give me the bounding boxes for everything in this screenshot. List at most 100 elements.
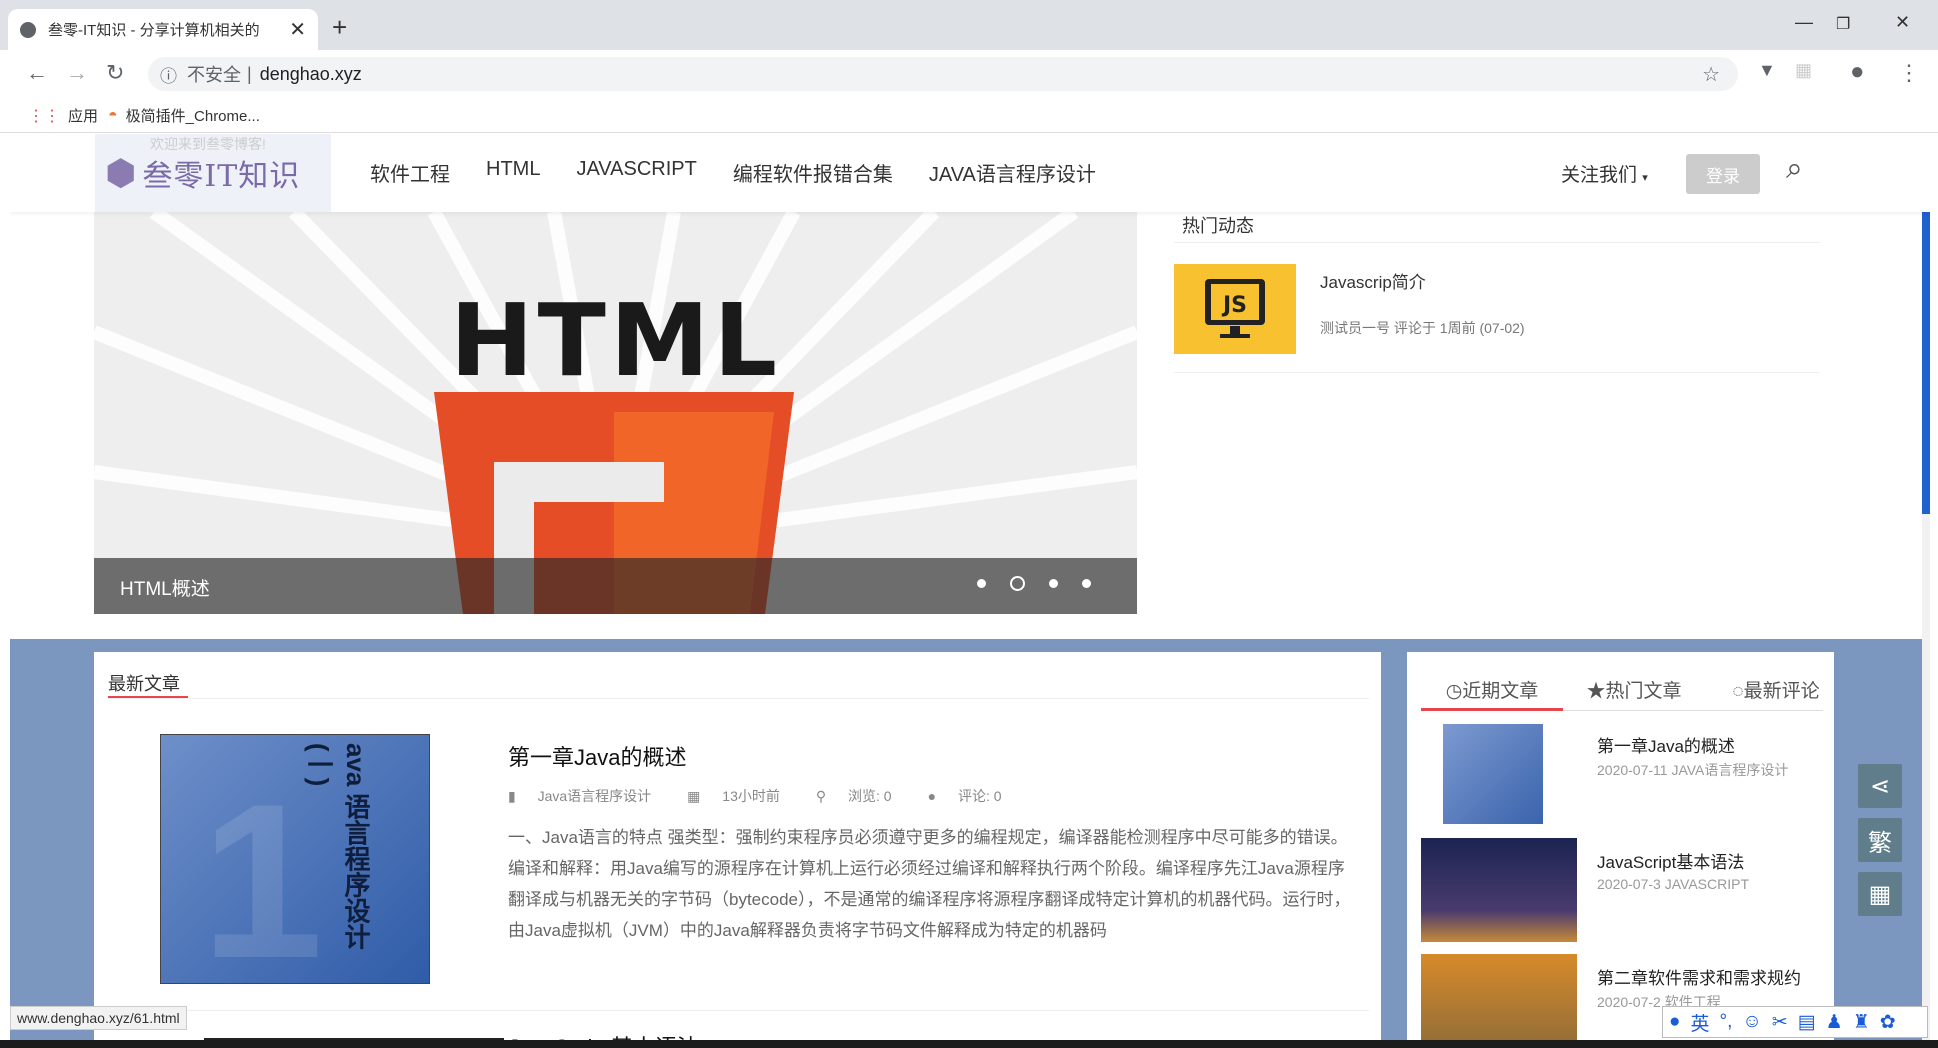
comment-icon: ● — [927, 788, 940, 804]
reload-icon[interactable]: ↻ — [106, 60, 124, 86]
sidebar-item-thumbnail[interactable] — [1421, 838, 1577, 942]
ime-toolbar[interactable]: ● 英 °, ☺ ✂ ▤ ♟ ♜ ✿ — [1662, 1006, 1928, 1038]
globe-icon — [20, 21, 36, 38]
section-title-underline — [108, 696, 188, 698]
views-label: 浏览: 0 — [848, 788, 892, 804]
minimize-icon[interactable]: — — [1795, 12, 1813, 33]
time-label: 13小时前 — [722, 788, 780, 804]
hot-news-panel: 热门动态 JS Javascrip简介 测试员一号 评论于 1周前 (07-02… — [1162, 212, 1834, 616]
tab-comments[interactable]: ◌最新评论 — [1705, 676, 1847, 703]
sidebar-item-title[interactable]: 第一章Java的概述 — [1597, 732, 1735, 757]
sidebar-item-meta: 2020-07-11 JAVA语言程序设计 — [1597, 762, 1789, 778]
ime-scissors-icon[interactable]: ✂ — [1772, 1011, 1788, 1034]
menu-kebab-icon[interactable]: ⋮ — [1898, 60, 1920, 86]
ime-mode-label[interactable]: 英 — [1690, 1009, 1709, 1036]
address-separator: | — [247, 63, 252, 84]
extension-v-icon[interactable]: ▼ — [1758, 60, 1776, 81]
extension-box-icon[interactable]: ▦ — [1795, 60, 1812, 81]
meta-category[interactable]: ▮ Java语言程序设计 — [508, 786, 669, 806]
sidebar-tabs: ◷近期文章 ★热门文章 ◌最新评论 — [1421, 676, 1847, 703]
rainbow-icon: ◓ — [108, 106, 118, 124]
slider-dot-active[interactable] — [1010, 576, 1025, 591]
sidebar-panel: ◷近期文章 ★热门文章 ◌最新评论 第一章Java的概述 2020-07-11 … — [1407, 652, 1834, 1048]
main-nav: 软件工程 HTML JAVASCRIPT 编程软件报错合集 JAVA语言程序设计 — [370, 158, 1132, 187]
nav-item-javascript[interactable]: JAVASCRIPT — [576, 158, 696, 187]
forward-icon[interactable]: → — [66, 60, 88, 86]
tab-label: 最新评论 — [1743, 681, 1820, 702]
book-cover-title: ava 语言程序设计(一) — [304, 743, 371, 950]
divider — [108, 698, 1369, 699]
logo-text: 叁零IT知识 — [142, 159, 301, 194]
ime-keyboard-icon[interactable]: ▤ — [1798, 1011, 1816, 1034]
sidebar-item-meta: 2020-07-3 JAVASCRIPT — [1597, 876, 1749, 892]
bookmark-extension[interactable]: ◓ 极简插件_Chrome... — [108, 105, 260, 126]
calendar-icon: ▦ — [687, 788, 705, 804]
slider-dot[interactable] — [977, 579, 986, 588]
section-title: 最新文章 — [108, 674, 180, 694]
status-url-bubble: www.denghao.xyz/61.html — [10, 1006, 187, 1030]
bookmark-label: 极简插件_Chrome... — [125, 108, 260, 125]
tab-recent[interactable]: ◷近期文章 — [1421, 676, 1563, 703]
clock-icon: ◷ — [1445, 681, 1463, 702]
nav-item-software-engineering[interactable]: 软件工程 — [370, 158, 450, 187]
nav-item-error-collection[interactable]: 编程软件报错合集 — [733, 158, 893, 187]
login-button[interactable]: 登录 — [1686, 154, 1760, 194]
page-viewport: 欢迎来到叁零博客! ⬢ 叁零IT知识 软件工程 HTML JAVASCRIPT … — [10, 134, 1930, 1048]
ime-settings-icon[interactable]: ✿ — [1880, 1011, 1896, 1034]
latest-articles-panel: 最新文章 1 ava 语言程序设计(一) 第一章Java的概述 ▮ Java语言… — [94, 652, 1381, 1048]
tab-popular[interactable]: ★热门文章 — [1563, 676, 1705, 703]
share-button[interactable]: ⋖ — [1858, 764, 1902, 808]
browser-tabbar: 叁零-IT知识 - 分享计算机相关的 ✕ + — ❐ ✕ — [0, 0, 1938, 50]
sidebar-item-thumbnail[interactable] — [1443, 724, 1543, 824]
profile-icon[interactable]: ● — [1850, 58, 1865, 86]
article-thumbnail[interactable]: 1 ava 语言程序设计(一) — [160, 734, 430, 984]
grid-menu-button[interactable]: ▦ — [1858, 872, 1902, 916]
tab-title: 叁零-IT知识 - 分享计算机相关的 — [48, 22, 260, 39]
nav-item-java[interactable]: JAVA语言程序设计 — [929, 158, 1096, 187]
nav-item-html[interactable]: HTML — [486, 158, 540, 187]
address-bar[interactable]: ⓘ 不安全 | denghao.xyz ☆ — [148, 57, 1738, 91]
ime-punct-icon[interactable]: °, — [1720, 1011, 1733, 1033]
ime-user-icon[interactable]: ♟ — [1826, 1011, 1843, 1034]
ime-skin-icon[interactable]: ♜ — [1853, 1011, 1870, 1034]
star-icon: ★ — [1586, 681, 1606, 702]
slider-caption[interactable]: HTML概述 — [120, 574, 210, 601]
follow-us-dropdown[interactable]: 关注我们 ▾ — [1561, 160, 1648, 187]
hot-item-thumbnail[interactable]: JS — [1174, 264, 1296, 354]
hot-title: 热门动态 — [1182, 216, 1254, 236]
bookmark-star-icon[interactable]: ☆ — [1702, 62, 1720, 87]
bookmark-apps[interactable]: ⋮⋮ 应用 — [28, 105, 98, 126]
logo-welcome: 欢迎来到叁零博客! — [150, 136, 266, 152]
comments-icon: ◌ — [1732, 681, 1744, 702]
tab-label: 热门文章 — [1605, 681, 1682, 702]
apps-grid-icon: ⋮⋮ — [28, 107, 60, 125]
featured-slider[interactable]: HTML HTML概述 — [94, 212, 1137, 614]
meta-time: ▦ 13小时前 — [687, 786, 798, 806]
divider — [1174, 242, 1820, 243]
slider-dot[interactable] — [1049, 579, 1058, 588]
bookmark-icon: ▮ — [508, 788, 520, 804]
ime-logo-icon[interactable]: ● — [1669, 1011, 1680, 1033]
close-tab-icon[interactable]: ✕ — [289, 17, 306, 42]
sidebar-item-title[interactable]: 第二章软件需求和需求规约 — [1597, 964, 1801, 989]
article-title[interactable]: 第一章Java的概述 — [508, 740, 686, 772]
hot-item-title[interactable]: Javascrip简介 — [1320, 268, 1426, 293]
new-tab-button[interactable]: + — [332, 12, 347, 43]
search-icon[interactable]: ⌕ — [1786, 152, 1803, 186]
restore-icon[interactable]: ❐ — [1836, 14, 1850, 34]
back-icon[interactable]: ← — [26, 60, 48, 86]
divider — [1174, 372, 1820, 373]
url-text[interactable]: denghao.xyz — [260, 64, 362, 85]
html-image-text: HTML — [449, 282, 782, 399]
info-icon[interactable]: ⓘ — [160, 62, 177, 87]
site-logo[interactable]: 欢迎来到叁零博客! ⬢ 叁零IT知识 — [95, 134, 331, 212]
os-taskbar — [0, 1040, 1938, 1048]
window-close-icon[interactable]: ✕ — [1895, 12, 1910, 33]
sidebar-item-title[interactable]: JavaScript基本语法 — [1597, 848, 1744, 873]
follow-label: 关注我们 — [1561, 165, 1638, 186]
traditional-chinese-button[interactable]: 繁 — [1858, 818, 1902, 862]
ime-emoji-icon[interactable]: ☺ — [1742, 1011, 1761, 1033]
browser-tab[interactable]: 叁零-IT知识 - 分享计算机相关的 ✕ — [8, 9, 318, 50]
sidebar-item-thumbnail[interactable] — [1421, 954, 1577, 1048]
slider-dot[interactable] — [1082, 579, 1091, 588]
